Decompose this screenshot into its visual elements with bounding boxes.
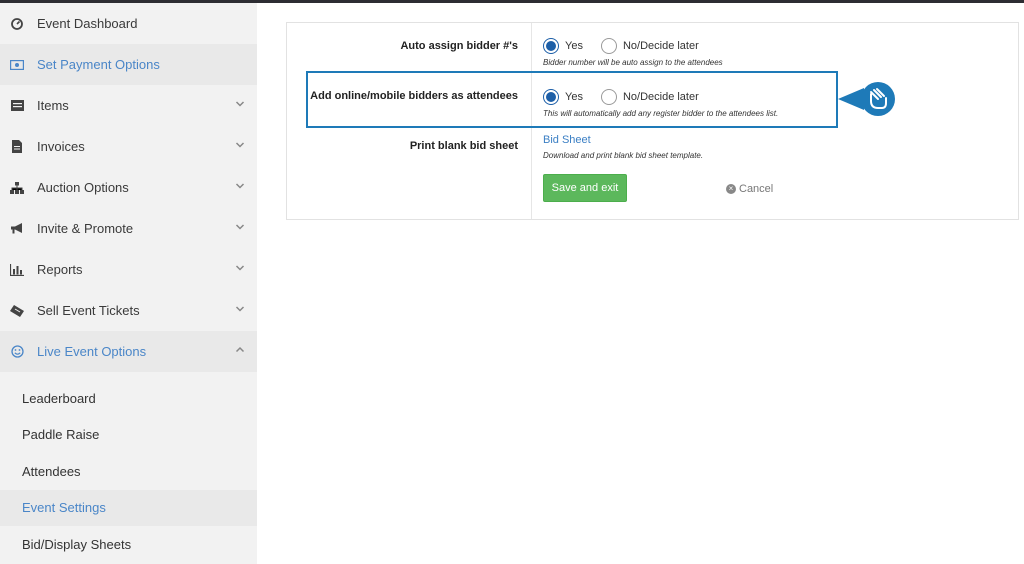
sidebar-item-event-dashboard[interactable]: Event Dashboard bbox=[0, 3, 257, 44]
sidebar-item-label: Reports bbox=[37, 262, 83, 277]
sidebar-item-label: Sell Event Tickets bbox=[37, 303, 140, 318]
sidebar-item-label: Items bbox=[37, 98, 69, 113]
highlight-box bbox=[306, 71, 838, 128]
sidebar-subitem-attendees[interactable]: Attendees bbox=[0, 453, 257, 490]
save-and-exit-button[interactable]: Save and exit bbox=[543, 174, 627, 202]
sidebar-subitem-paddle-raise[interactable]: Paddle Raise bbox=[0, 417, 257, 454]
chevron-down-icon bbox=[235, 183, 245, 189]
chevron-up-icon bbox=[235, 346, 245, 353]
chevron-down-icon bbox=[235, 306, 245, 312]
chevron-down-icon bbox=[235, 101, 245, 107]
auto-assign-options: Yes No/Decide later bbox=[543, 38, 717, 54]
sidebar-subitem-bid-display-sheets[interactable]: Bid/Display Sheets bbox=[0, 526, 257, 563]
bar-chart-icon bbox=[10, 263, 24, 277]
chevron-down-icon bbox=[235, 142, 245, 148]
sidebar-item-invite-promote[interactable]: Invite & Promote bbox=[0, 208, 257, 249]
auto-assign-yes-label: Yes bbox=[565, 40, 583, 52]
sidebar-item-label: Event Dashboard bbox=[37, 16, 138, 31]
sidebar-subitem-event-settings[interactable]: Event Settings bbox=[0, 489, 257, 526]
sitemap-icon bbox=[10, 181, 24, 195]
smile-icon bbox=[10, 345, 24, 359]
auto-assign-no-radio[interactable] bbox=[600, 38, 617, 54]
auto-assign-label: Auto assign bidder #'s bbox=[400, 40, 518, 52]
print-blank-hint: Download and print blank bid sheet templ… bbox=[543, 151, 704, 160]
auto-assign-hint: Bidder number will be auto assign to the… bbox=[543, 58, 723, 67]
sidebar-subitem-label: Attendees bbox=[22, 463, 81, 479]
sidebar-subitem-leaderboard[interactable]: Leaderboard bbox=[0, 380, 257, 417]
sidebar-subitem-label: Bid/Display Sheets bbox=[22, 536, 132, 552]
hand-pointer-icon bbox=[838, 82, 895, 116]
sidebar-subitem-label: Event Settings bbox=[22, 500, 106, 516]
auto-assign-yes-option[interactable]: Yes bbox=[543, 38, 583, 54]
sidebar-item-sell-event-tickets[interactable]: Sell Event Tickets bbox=[0, 290, 257, 331]
close-icon: × bbox=[726, 184, 736, 194]
sidebar-item-label: Invite & Promote bbox=[37, 221, 134, 236]
sidebar: Event Dashboard Set Payment Options Item… bbox=[0, 3, 257, 564]
sidebar-item-label: Auction Options bbox=[37, 180, 129, 195]
sidebar-subitem-label: Paddle Raise bbox=[22, 427, 100, 443]
sidebar-item-set-payment-options[interactable]: Set Payment Options bbox=[0, 44, 257, 85]
sidebar-item-label: Set Payment Options bbox=[37, 57, 160, 72]
sidebar-item-label: Live Event Options bbox=[37, 344, 147, 359]
chevron-down-icon bbox=[235, 224, 245, 230]
auto-assign-no-label: No/Decide later bbox=[622, 40, 699, 52]
ticket-icon bbox=[10, 304, 24, 318]
list-icon bbox=[10, 99, 24, 113]
print-blank-label: Print blank bid sheet bbox=[409, 140, 518, 152]
chevron-down-icon bbox=[235, 265, 245, 271]
money-icon bbox=[10, 58, 24, 72]
document-icon bbox=[10, 140, 24, 154]
bid-sheet-link[interactable]: Bid Sheet bbox=[543, 134, 591, 146]
sidebar-item-auction-options[interactable]: Auction Options bbox=[0, 167, 257, 208]
cancel-label: Cancel bbox=[739, 183, 774, 195]
sidebar-item-live-event-options[interactable]: Live Event Options bbox=[0, 331, 257, 372]
cancel-button[interactable]: × Cancel bbox=[726, 183, 773, 195]
sidebar-item-items[interactable]: Items bbox=[0, 85, 257, 126]
sidebar-item-label: Invoices bbox=[37, 139, 85, 154]
sidebar-subitem-label: Leaderboard bbox=[22, 390, 96, 406]
dashboard-icon bbox=[10, 17, 24, 31]
auto-assign-yes-radio[interactable] bbox=[543, 38, 559, 54]
megaphone-icon bbox=[10, 222, 24, 236]
sidebar-item-invoices[interactable]: Invoices bbox=[0, 126, 257, 167]
sidebar-item-reports[interactable]: Reports bbox=[0, 249, 257, 290]
auto-assign-no-option[interactable]: No/Decide later bbox=[600, 38, 699, 54]
